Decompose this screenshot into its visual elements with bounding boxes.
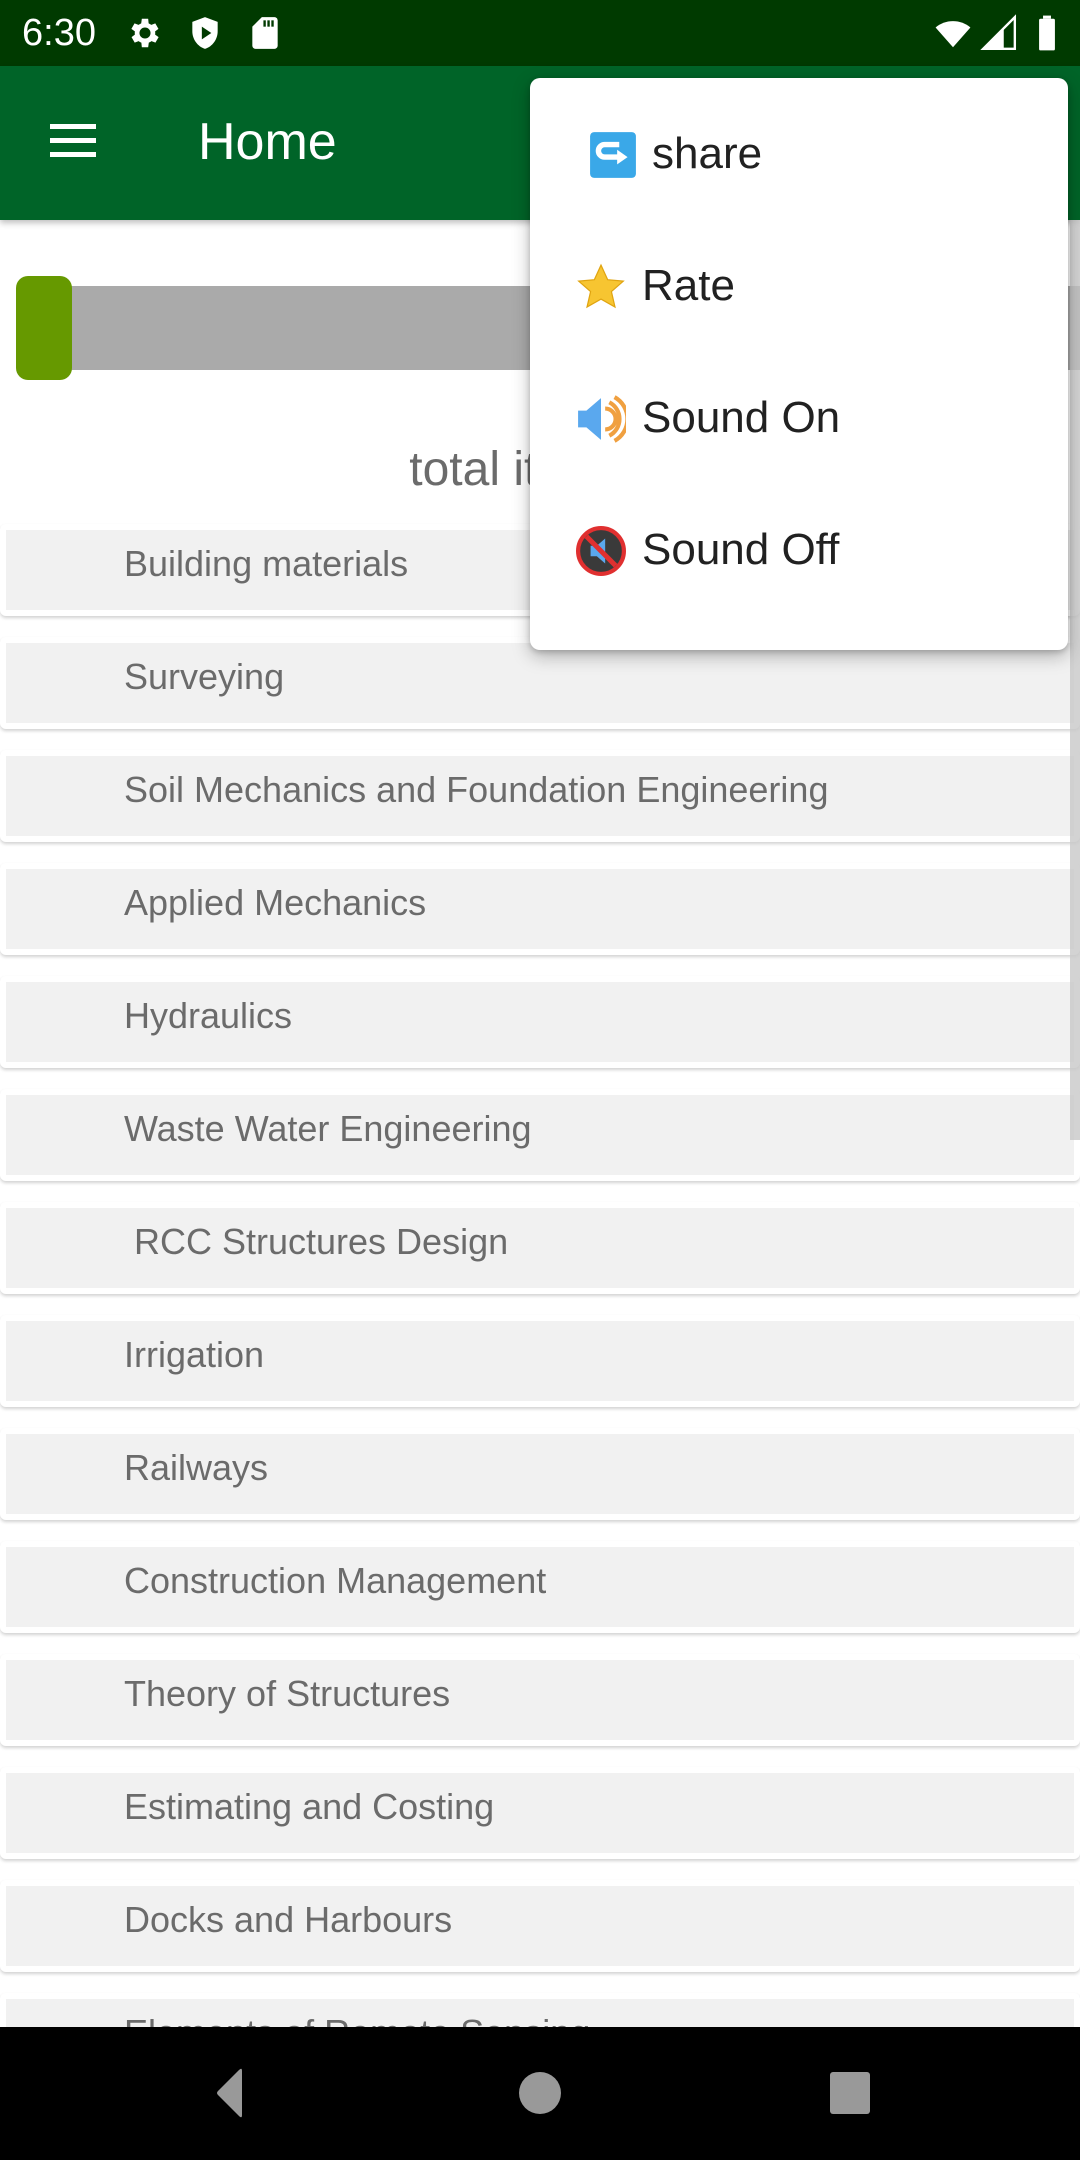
back-icon[interactable] bbox=[200, 2063, 260, 2123]
status-time: 6:30 bbox=[22, 12, 96, 54]
list-item-label: Waste Water Engineering bbox=[124, 1108, 532, 1149]
list-item-label: Construction Management bbox=[124, 1560, 547, 1601]
list-item[interactable]: Estimating and Costing bbox=[0, 1763, 1080, 1876]
list-item-label: Applied Mechanics bbox=[124, 882, 427, 923]
overflow-menu: share Rate Sound On Sound Off bbox=[530, 78, 1068, 650]
signal-icon bbox=[980, 14, 1017, 51]
hamburger-line bbox=[50, 124, 96, 129]
list-item[interactable]: Theory of Structures bbox=[0, 1650, 1080, 1763]
menu-item-label: Sound On bbox=[642, 393, 841, 442]
menu-item-label: share bbox=[652, 129, 763, 178]
wifi-icon bbox=[935, 21, 971, 48]
page-title: Home bbox=[198, 113, 337, 171]
list-item[interactable]: Construction Management bbox=[0, 1537, 1080, 1650]
home-icon[interactable] bbox=[510, 2063, 570, 2123]
list-item-label: Hydraulics bbox=[124, 995, 293, 1036]
list-item-label: Soil Mechanics and Foundation Engineerin… bbox=[124, 769, 829, 810]
menu-item-sound-on[interactable]: Sound On bbox=[530, 378, 1068, 510]
list-item-label: Building materials bbox=[124, 543, 409, 584]
battery-icon bbox=[1039, 15, 1055, 51]
progress-fill bbox=[16, 276, 72, 380]
list-item-label: Theory of Structures bbox=[124, 1673, 451, 1714]
star-icon bbox=[577, 263, 625, 309]
menu-item-sound-off[interactable]: Sound Off bbox=[530, 510, 1068, 642]
menu-item-rate[interactable]: Rate bbox=[530, 246, 1068, 378]
hamburger-line bbox=[50, 138, 96, 143]
gear-icon bbox=[131, 18, 159, 48]
recents-icon[interactable] bbox=[820, 2063, 880, 2123]
topic-list: Building materials Surveying Soil Mechan… bbox=[0, 520, 1080, 2102]
screen: 6:30 Home total Building materials Surve… bbox=[0, 0, 1080, 2160]
menu-item-label: Sound Off bbox=[642, 525, 840, 574]
shield-play-icon bbox=[192, 17, 218, 49]
list-item-label: RCC Structures Design bbox=[134, 1221, 509, 1262]
share-arrow-icon bbox=[590, 132, 636, 178]
scrollbar[interactable] bbox=[1070, 220, 1080, 1140]
list-item[interactable]: Hydraulics bbox=[0, 972, 1080, 1085]
navigation-bar bbox=[0, 2027, 1080, 2160]
list-item-label: Railways bbox=[124, 1447, 269, 1488]
list-item-label: Surveying bbox=[124, 656, 285, 697]
menu-item-share[interactable]: share bbox=[530, 114, 1068, 246]
list-item-label: Docks and Harbours bbox=[124, 1899, 453, 1940]
list-item-label: Estimating and Costing bbox=[124, 1786, 495, 1827]
list-item[interactable]: Docks and Harbours bbox=[0, 1876, 1080, 1989]
list-item[interactable]: Irrigation bbox=[0, 1311, 1080, 1424]
list-item-label: Irrigation bbox=[124, 1334, 265, 1375]
list-item[interactable]: Waste Water Engineering bbox=[0, 1085, 1080, 1198]
hamburger-line bbox=[50, 152, 96, 157]
list-item[interactable]: RCC Structures Design bbox=[0, 1198, 1080, 1311]
list-item[interactable]: Applied Mechanics bbox=[0, 859, 1080, 972]
speaker-muted-icon bbox=[576, 526, 626, 576]
list-item[interactable]: Soil Mechanics and Foundation Engineerin… bbox=[0, 746, 1080, 859]
speaker-on-icon bbox=[578, 395, 626, 443]
sd-card-icon bbox=[252, 17, 278, 49]
list-item[interactable]: Railways bbox=[0, 1424, 1080, 1537]
status-bar: 6:30 bbox=[0, 0, 1080, 66]
hamburger-menu-button[interactable] bbox=[44, 116, 104, 166]
menu-item-label: Rate bbox=[642, 261, 735, 310]
